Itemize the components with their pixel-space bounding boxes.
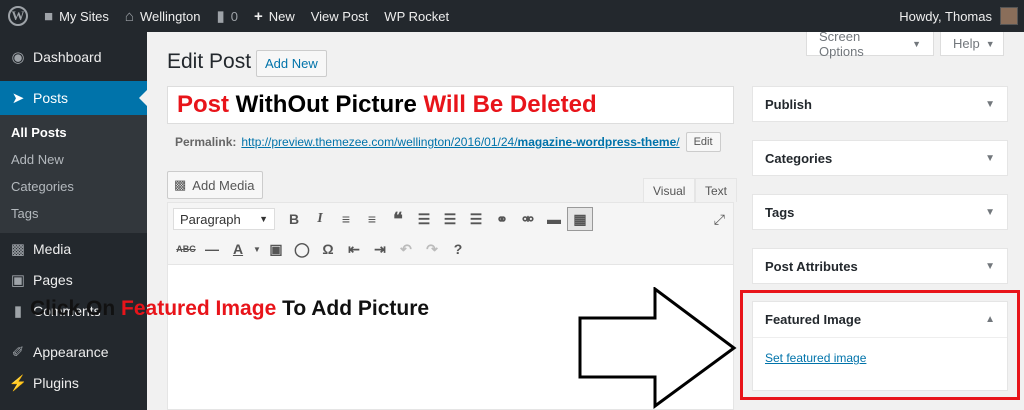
permalink-url[interactable]: http://preview.themezee.com/wellington/2… xyxy=(241,135,679,149)
toolbar-toggle-icon[interactable]: ▦ xyxy=(567,207,593,231)
caret-down-icon: ▼ xyxy=(985,38,995,49)
caret-down-icon: ▼ xyxy=(912,38,921,49)
title-text-red-2: Will Be Deleted xyxy=(423,91,597,118)
home-icon: ⌂ xyxy=(124,7,134,25)
media-icon: ▩ xyxy=(174,177,187,192)
sidebar-item-pages[interactable]: ▣ Pages xyxy=(0,264,147,295)
post-attributes-metabox[interactable]: Post Attributes ▼ xyxy=(752,248,1008,284)
undo-icon[interactable]: ↶ xyxy=(393,237,419,261)
brush-icon: ✐ xyxy=(11,343,25,361)
editor-toolbar: Paragraph ▼ B I ≡ ≡ ❝ ☰ ☰ ☰ ⚭ ⚮ ▬ ▦ ⤢ ABC… xyxy=(168,203,733,265)
sites-icon: ■ xyxy=(44,7,54,25)
wordpress-icon: W xyxy=(8,6,28,26)
tags-metabox[interactable]: Tags ▼ xyxy=(752,194,1008,230)
site-name-link[interactable]: ⌂ Wellington xyxy=(117,0,209,32)
read-more-icon[interactable]: ▬ xyxy=(541,207,567,231)
align-center-icon[interactable]: ☰ xyxy=(437,207,463,231)
clear-formatting-icon[interactable]: ◯ xyxy=(289,237,315,261)
submenu-tags[interactable]: Tags xyxy=(0,200,147,227)
bold-icon[interactable]: B xyxy=(281,207,307,231)
admin-bar: W ■ My Sites ⌂ Wellington ▮ 0 + New View Pos… xyxy=(0,0,1024,32)
screen-options-button[interactable]: Screen Options ▼ xyxy=(806,29,934,59)
wordpress-logo[interactable]: W xyxy=(0,0,36,32)
fullscreen-icon[interactable]: ⤢ xyxy=(714,211,725,228)
my-sites-link[interactable]: ■ My Sites xyxy=(36,0,117,32)
categories-metabox[interactable]: Categories ▼ xyxy=(752,140,1008,176)
tab-visual[interactable]: Visual xyxy=(643,178,696,202)
permalink-row: Permalink: http://preview.themezee.com/w… xyxy=(175,132,721,152)
caret-down-icon: ▼ xyxy=(985,206,995,218)
caret-down-icon: ▼ xyxy=(985,152,995,164)
comment-icon: ▮ xyxy=(216,8,225,25)
submenu-all-posts[interactable]: All Posts xyxy=(0,119,147,146)
outdent-icon[interactable]: ⇤ xyxy=(341,237,367,261)
post-title-input[interactable]: Post WithOut Picture Will Be Deleted xyxy=(167,86,734,124)
italic-icon[interactable]: I xyxy=(307,207,333,231)
paste-text-icon[interactable]: ▣ xyxy=(263,237,289,261)
admin-sidebar: ◉ Dashboard ➤ Posts All Posts Add New Cate… xyxy=(0,32,147,410)
submenu-categories[interactable]: Categories xyxy=(0,173,147,200)
instruction-caption: Click On Featured Image To Add Picture xyxy=(30,297,430,320)
redo-icon[interactable]: ↷ xyxy=(419,237,445,261)
special-character-icon[interactable]: Ω xyxy=(315,237,341,261)
set-featured-image-link[interactable]: Set featured image xyxy=(753,338,1007,378)
caret-down-icon[interactable]: ▼ xyxy=(251,237,263,261)
wp-rocket-link[interactable]: WP Rocket xyxy=(376,0,457,32)
media-icon: ▩ xyxy=(10,240,26,258)
dashboard-icon: ◉ xyxy=(11,48,25,66)
link-icon[interactable]: ⚭ xyxy=(489,207,515,231)
sidebar-item-posts[interactable]: ➤ Posts xyxy=(0,81,147,115)
numbered-list-icon[interactable]: ≡ xyxy=(359,207,385,231)
pointing-arrow-icon xyxy=(578,287,737,409)
add-new-button[interactable]: Add New xyxy=(256,50,327,77)
submenu-add-new[interactable]: Add New xyxy=(0,146,147,173)
tab-text[interactable]: Text xyxy=(695,178,738,202)
blockquote-icon[interactable]: ❝ xyxy=(385,207,411,231)
featured-image-metabox: Featured Image ▲ Set featured image xyxy=(752,301,1008,391)
caret-down-icon: ▼ xyxy=(985,260,995,272)
format-select[interactable]: Paragraph ▼ xyxy=(173,208,275,230)
publish-metabox[interactable]: Publish ▼ xyxy=(752,86,1008,122)
title-text-red-1: Post xyxy=(177,91,230,118)
featured-image-header[interactable]: Featured Image ▲ xyxy=(753,302,1007,338)
edit-permalink-button[interactable]: Edit xyxy=(685,132,721,152)
bullet-list-icon[interactable]: ≡ xyxy=(333,207,359,231)
add-media-button[interactable]: ▩ Add Media xyxy=(167,171,264,199)
toolbar-row-2: ABC — A ▼ ▣ ◯ Ω ⇤ ⇥ ↶ ↷ ? xyxy=(173,236,471,262)
align-left-icon[interactable]: ☰ xyxy=(411,207,437,231)
indent-icon[interactable]: ⇥ xyxy=(367,237,393,261)
comments-icon: ▮ xyxy=(13,302,23,320)
strikethrough-icon[interactable]: ABC xyxy=(173,237,199,261)
unlink-icon[interactable]: ⚮ xyxy=(515,207,541,231)
sidebar-item-dashboard[interactable]: ◉ Dashboard xyxy=(0,41,147,72)
sidebar-item-plugins[interactable]: ⚡ Plugins xyxy=(0,367,147,398)
sidebar-item-media[interactable]: ▩ Media xyxy=(0,233,147,264)
avatar xyxy=(1000,7,1018,25)
caret-down-icon: ▼ xyxy=(259,214,268,224)
pages-icon: ▣ xyxy=(10,271,26,289)
plugin-icon: ⚡ xyxy=(8,374,28,392)
comments-link[interactable]: ▮ 0 xyxy=(208,0,246,32)
howdy-text: Howdy, Thomas xyxy=(899,8,992,24)
plus-icon: + xyxy=(253,7,263,25)
toolbar-row-1: Paragraph ▼ B I ≡ ≡ ❝ ☰ ☰ ☰ ⚭ ⚮ ▬ ▦ xyxy=(173,206,593,232)
new-content-link[interactable]: + New xyxy=(246,0,303,32)
view-post-link[interactable]: View Post xyxy=(303,0,377,32)
posts-submenu: All Posts Add New Categories Tags xyxy=(0,115,147,233)
account-menu[interactable]: Howdy, Thomas xyxy=(899,0,1018,32)
title-text-black: WithOut Picture xyxy=(229,91,424,118)
caret-up-icon: ▲ xyxy=(985,314,995,325)
caret-down-icon: ▼ xyxy=(985,98,995,110)
help-button[interactable]: Help ▼ xyxy=(940,32,1004,56)
help-icon[interactable]: ? xyxy=(445,237,471,261)
permalink-label: Permalink: xyxy=(175,135,237,149)
sidebar-item-appearance[interactable]: ✐ Appearance xyxy=(0,336,147,367)
text-color-icon[interactable]: A xyxy=(225,237,251,261)
align-right-icon[interactable]: ☰ xyxy=(463,207,489,231)
pin-icon: ➤ xyxy=(11,90,25,107)
page-title: Edit Post xyxy=(167,50,252,73)
horizontal-line-icon[interactable]: — xyxy=(199,237,225,261)
